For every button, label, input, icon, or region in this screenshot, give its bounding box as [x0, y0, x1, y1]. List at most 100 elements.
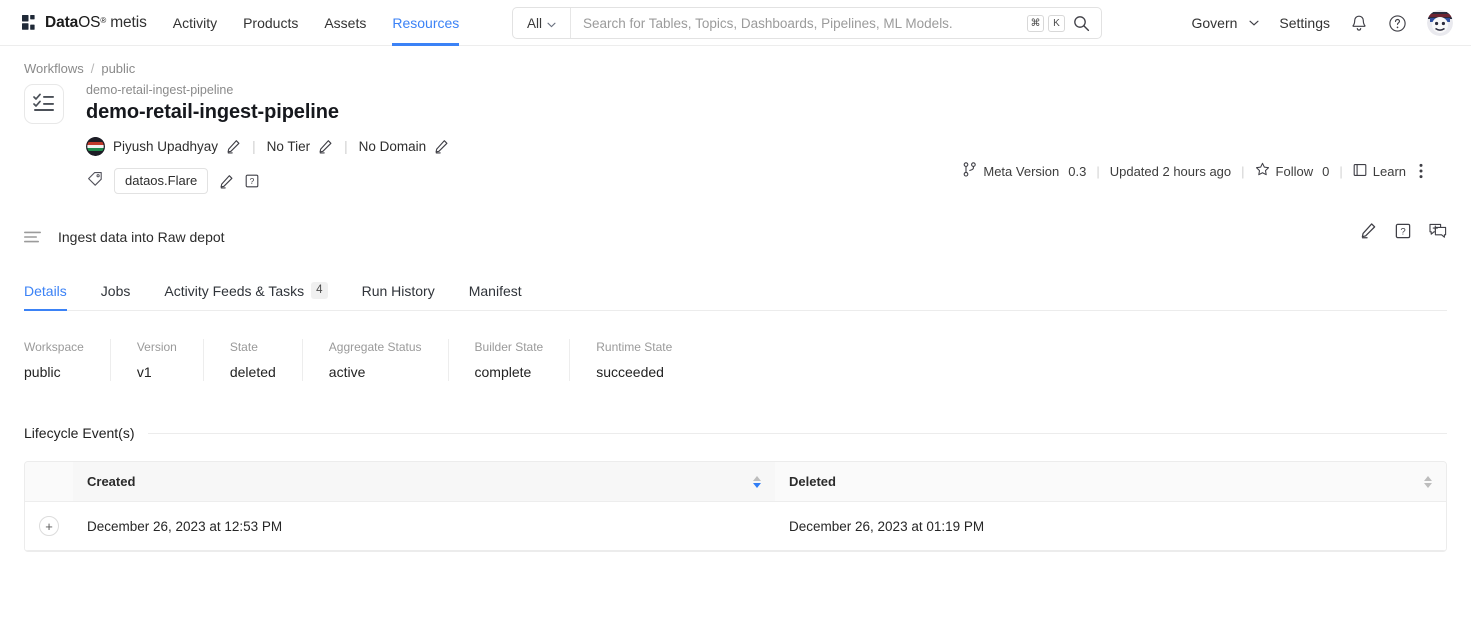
- stat-aggregate-status: Aggregate Status active: [329, 339, 449, 381]
- entity-domain: No Domain: [358, 139, 427, 154]
- search-scope-label: All: [526, 15, 542, 31]
- nav-govern-label: Govern: [1191, 15, 1238, 31]
- nav-govern-dropdown[interactable]: Govern: [1191, 0, 1259, 46]
- star-icon: [1255, 162, 1270, 180]
- branch-icon: [963, 162, 977, 180]
- kebab-menu-icon[interactable]: [1419, 163, 1423, 179]
- stat-aggregate-status-value: active: [328, 364, 366, 380]
- tab-activity-feeds-tasks-label: Activity Feeds & Tasks: [164, 282, 305, 299]
- stat-version-label: Version: [136, 340, 177, 354]
- kbd-meta-key: ⌘: [1027, 14, 1044, 32]
- entity-tier: No Tier: [266, 139, 311, 154]
- table-row: + December 26, 2023 at 12:53 PM December…: [25, 501, 1446, 551]
- notification-bell-icon[interactable]: [1350, 14, 1368, 33]
- edit-owner-button[interactable]: [226, 139, 241, 154]
- sort-descending-icon: [1424, 482, 1432, 488]
- description-text: Ingest data into Raw depot: [58, 229, 225, 245]
- search-shortcut-hint: ⌘ K: [1027, 14, 1065, 32]
- expand-row-button[interactable]: +: [39, 516, 59, 536]
- search-input[interactable]: [571, 9, 1027, 37]
- chevron-down-icon: [547, 16, 556, 31]
- page-content: Workflows / public demo-retail-ingest-pi…: [0, 61, 1471, 552]
- owner-name: Piyush Upadhyay: [113, 139, 219, 154]
- learn-label: Learn: [1372, 163, 1406, 179]
- stat-state-label: State: [229, 340, 258, 354]
- tab-manifest[interactable]: Manifest: [469, 283, 522, 310]
- tab-details[interactable]: Details: [24, 283, 67, 311]
- lifecycle-table-body: + December 26, 2023 at 12:53 PM December…: [25, 501, 1446, 551]
- user-avatar[interactable]: [1427, 10, 1453, 36]
- meta-separator-3: |: [1339, 163, 1343, 179]
- tag-chip-dataos-flare[interactable]: dataos.Flare: [114, 168, 209, 194]
- tab-jobs-label: Jobs: [100, 283, 131, 299]
- owner-divider-1: |: [252, 139, 256, 154]
- stat-state-value: deleted: [229, 364, 276, 380]
- column-header-deleted[interactable]: Deleted: [775, 462, 1446, 502]
- description-lines-icon: [24, 231, 44, 244]
- meta-separator-2: |: [1241, 163, 1245, 179]
- breadcrumb-item-workflows[interactable]: Workflows: [24, 61, 84, 76]
- kbd-k-key: K: [1048, 14, 1065, 32]
- header-expander-spacer: [25, 462, 73, 502]
- add-comment-icon[interactable]: [1429, 223, 1447, 239]
- cell-created: December 26, 2023 at 12:53 PM: [73, 501, 775, 551]
- stat-builder-state-label: Builder State: [474, 340, 544, 354]
- chevron-down-icon: [1249, 20, 1259, 26]
- brand-data: Data: [45, 13, 79, 31]
- brand-logo[interactable]: Data OS ® metis: [22, 0, 147, 46]
- page-title: demo-retail-ingest-pipeline: [86, 101, 339, 123]
- svg-text:?: ?: [1400, 226, 1405, 237]
- dataos-logo-icon: [22, 15, 39, 30]
- help-circle-icon[interactable]: [1388, 14, 1407, 33]
- edit-description-button[interactable]: [1360, 222, 1377, 239]
- edit-domain-button[interactable]: [434, 139, 449, 154]
- stat-runtime-state-value: succeeded: [596, 364, 664, 380]
- tab-manifest-label: Manifest: [468, 283, 522, 299]
- brand-registered: ®: [100, 15, 107, 25]
- learn-button[interactable]: Learn: [1353, 163, 1406, 180]
- brand-os: OS: [78, 13, 101, 31]
- sort-toggle-created[interactable]: [753, 475, 761, 488]
- edit-tier-button[interactable]: [318, 139, 333, 154]
- stat-workspace-label: Workspace: [24, 340, 84, 354]
- follow-label: Follow: [1275, 163, 1314, 179]
- breadcrumb-item-public[interactable]: public: [101, 61, 135, 76]
- breadcrumb-separator: /: [90, 61, 95, 76]
- tab-activity-feeds-tasks-count: 4: [311, 282, 328, 299]
- lifecycle-section-header: Lifecycle Event(s): [24, 425, 1447, 441]
- checklist-icon: [33, 92, 55, 117]
- top-nav-right-cluster: Govern Settings: [1191, 0, 1453, 46]
- tags-help-button[interactable]: ?: [245, 174, 259, 188]
- entity-tabs: Details Jobs Activity Feeds & Tasks 4 Ru…: [24, 282, 1447, 311]
- follow-button[interactable]: Follow 0: [1255, 162, 1329, 180]
- description-help-button[interactable]: ?: [1395, 223, 1411, 239]
- nav-link-products[interactable]: Products: [243, 0, 298, 46]
- sort-toggle-deleted[interactable]: [1424, 475, 1432, 488]
- svg-text:?: ?: [250, 176, 255, 186]
- nav-link-resources[interactable]: Resources: [392, 0, 459, 46]
- tab-jobs[interactable]: Jobs: [101, 283, 131, 310]
- meta-version[interactable]: Meta Version 0.3: [963, 162, 1086, 180]
- entity-type-icon-box: [24, 84, 64, 124]
- stat-workspace-value: public: [24, 364, 61, 380]
- nav-link-settings[interactable]: Settings: [1279, 0, 1330, 46]
- brand-product: metis: [110, 13, 147, 31]
- tag-icon: [87, 171, 103, 192]
- tab-run-history[interactable]: Run History: [362, 283, 435, 310]
- entity-owner-row: Piyush Upadhyay | No Tier | No Domain: [86, 137, 449, 156]
- stat-version: Version v1: [137, 339, 204, 381]
- column-header-created[interactable]: Created: [73, 462, 775, 502]
- search-scope-dropdown[interactable]: All: [513, 8, 571, 38]
- lifecycle-table: Created Deleted + December 26, 2023 at 1…: [25, 462, 1446, 551]
- nav-link-activity[interactable]: Activity: [173, 0, 217, 46]
- column-header-created-label: Created: [87, 474, 136, 489]
- owner-avatar: [86, 137, 105, 156]
- global-search: All ⌘ K: [512, 7, 1102, 39]
- tab-activity-feeds-tasks[interactable]: Activity Feeds & Tasks 4: [164, 282, 328, 310]
- nav-link-assets[interactable]: Assets: [324, 0, 366, 46]
- edit-tags-button[interactable]: [219, 174, 234, 189]
- tab-details-label: Details: [24, 283, 67, 299]
- description-row: Ingest data into Raw depot ?: [24, 220, 1447, 254]
- stat-state: State deleted: [230, 339, 303, 381]
- search-icon[interactable]: [1073, 15, 1090, 32]
